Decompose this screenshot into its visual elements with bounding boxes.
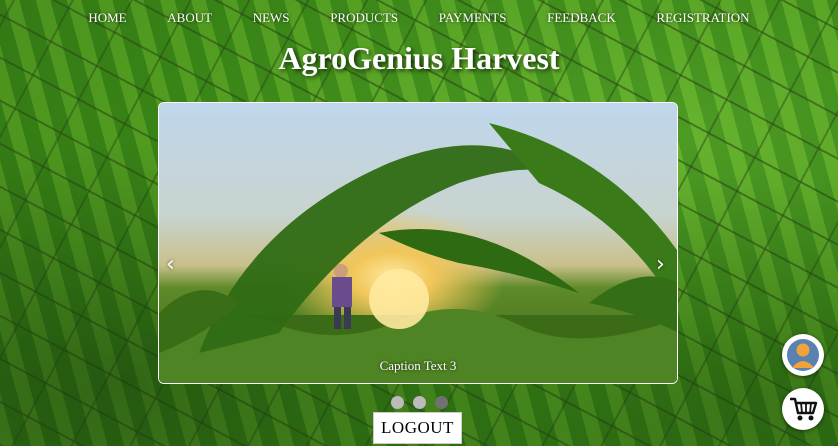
- slide-dot-2[interactable]: [412, 396, 426, 409]
- slideshow: [158, 102, 678, 384]
- slide-dot-1[interactable]: [390, 396, 404, 409]
- nav-products[interactable]: PRODUCTS: [330, 10, 398, 26]
- nav-home[interactable]: HOME: [88, 10, 126, 26]
- slideshow-next-button[interactable]: ›: [656, 252, 665, 277]
- page-title: AgroGenius Harvest: [278, 40, 560, 76]
- logout-button[interactable]: LOGOUT: [373, 412, 462, 444]
- cart-button[interactable]: [782, 388, 824, 430]
- shopping-cart-icon: [790, 397, 818, 421]
- slide-image: [159, 103, 677, 383]
- top-navigation: HOME ABOUT NEWS PRODUCTS PAYMENTS FEEDBA…: [0, 10, 838, 26]
- nav-feedback[interactable]: FEEDBACK: [547, 10, 616, 26]
- nav-registration[interactable]: REGISTRATION: [656, 10, 749, 26]
- slideshow-dots: [0, 396, 838, 409]
- user-avatar-icon: [787, 339, 819, 371]
- profile-button[interactable]: [782, 334, 824, 376]
- corn-field-illustration: [159, 123, 677, 383]
- slide-dot-3[interactable]: [434, 396, 448, 409]
- slide-caption: Caption Text 3: [379, 358, 457, 373]
- nav-about[interactable]: ABOUT: [167, 10, 212, 26]
- nav-news[interactable]: NEWS: [253, 10, 290, 26]
- slideshow-prev-button[interactable]: ‹: [166, 252, 175, 277]
- nav-payments[interactable]: PAYMENTS: [439, 10, 507, 26]
